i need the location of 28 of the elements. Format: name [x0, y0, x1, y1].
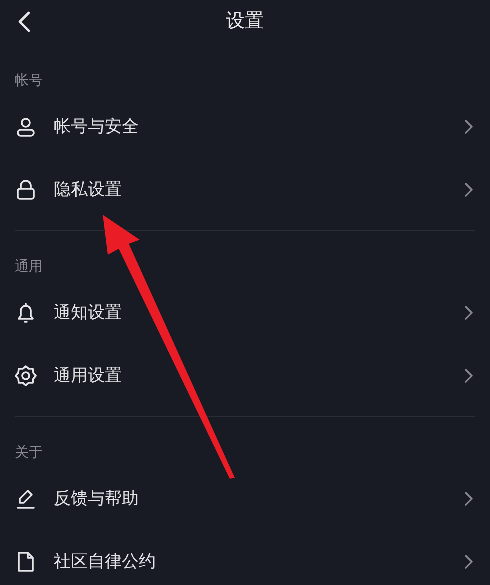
settings-row[interactable]: 通知设置	[15, 281, 475, 344]
settings-row[interactable]: 隐私设置	[15, 158, 475, 221]
settings-row[interactable]: 帐号与安全	[15, 95, 475, 158]
bell-icon	[15, 302, 37, 324]
settings-row[interactable]: 社区自律公约	[15, 530, 475, 585]
settings-row[interactable]: 通用设置	[15, 344, 475, 407]
chevron-icon	[465, 120, 473, 134]
page-title: 设置	[226, 10, 264, 34]
settings-icon	[15, 364, 37, 386]
chevron-icon	[465, 182, 473, 196]
row-label: 通用设置	[54, 364, 123, 387]
row-label: 社区自律公约	[54, 550, 157, 573]
row-label: 通知设置	[54, 302, 123, 324]
chevron-icon	[465, 554, 473, 568]
row-label: 帐号与安全	[54, 116, 140, 138]
section-label: 帐号	[15, 70, 43, 90]
pencil-icon	[15, 488, 37, 510]
user-icon	[15, 116, 37, 138]
section-label: 通用	[15, 256, 43, 276]
row-label: 隐私设置	[54, 178, 123, 201]
chevron-icon	[465, 368, 473, 382]
lock-icon	[15, 178, 37, 200]
document-icon	[15, 550, 37, 572]
settings-row[interactable]: 反馈与帮助	[15, 467, 475, 530]
chevron-icon	[465, 306, 473, 320]
section-label: 关于	[15, 442, 43, 462]
chevron-icon	[465, 492, 473, 506]
row-label: 反馈与帮助	[54, 488, 140, 510]
